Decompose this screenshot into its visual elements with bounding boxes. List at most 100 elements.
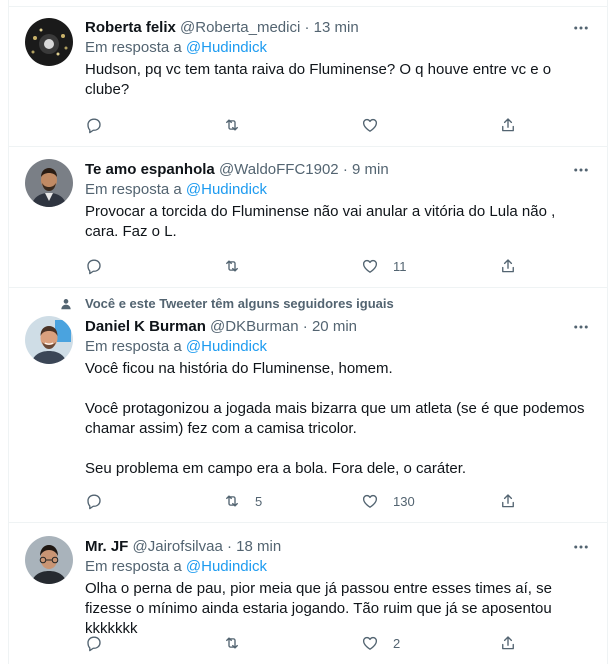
retweet-icon: [226, 119, 238, 131]
separator: ·: [226, 538, 232, 555]
reply-button[interactable]: [85, 256, 175, 276]
reply-label: Em resposta a: [85, 558, 182, 575]
tweet-header: Roberta felix @Roberta_medici · 13 min: [85, 18, 591, 38]
avatar[interactable]: [25, 18, 73, 66]
like-button[interactable]: [361, 115, 451, 135]
young-man-avatar: [25, 536, 73, 584]
timestamp[interactable]: 9 min: [352, 161, 389, 178]
reply-context: Em resposta a @Hudindick: [85, 180, 591, 200]
reply-context: Em resposta a @Hudindick: [85, 38, 591, 58]
reply-label: Em resposta a: [85, 338, 182, 355]
share-icon: [502, 494, 514, 508]
tweet-paragraph: [85, 379, 591, 399]
retweet-button[interactable]: 5: [223, 491, 313, 511]
social-context: Você e este Tweeter têm alguns seguidore…: [59, 296, 394, 311]
user-handle[interactable]: @Jairofsilvaa: [133, 538, 223, 555]
tweet-paragraph: [85, 439, 591, 459]
share-button[interactable]: [499, 256, 517, 276]
retweet-button[interactable]: [223, 633, 313, 653]
like-count: 2: [393, 635, 401, 651]
reply-button[interactable]: [85, 491, 175, 511]
reply-button[interactable]: [85, 633, 175, 653]
tweet-paragraph: Você protagonizou a jogada mais bizarra …: [85, 400, 585, 437]
man-in-suit-avatar: [25, 159, 73, 207]
tweet-actions: [85, 115, 517, 135]
timestamp[interactable]: 13 min: [314, 19, 359, 36]
tweet[interactable]: Roberta felix @Roberta_medici · 13 min E…: [9, 7, 607, 147]
more-icon: [574, 545, 588, 549]
retweet-icon: [226, 260, 238, 272]
reply-label: Em resposta a: [85, 181, 182, 198]
heart-icon: [362, 636, 378, 650]
reply-button[interactable]: [85, 115, 175, 135]
retweet-icon: [226, 495, 238, 507]
tweet-paragraph: Provocar a torcida do Fluminense não vai…: [85, 203, 556, 240]
tweet-actions: 11: [85, 256, 517, 276]
like-button[interactable]: 130: [361, 491, 451, 511]
mention-link[interactable]: @Hudindick: [186, 39, 267, 56]
reply-icon: [87, 118, 101, 134]
user-handle[interactable]: @Roberta_medici: [180, 19, 300, 36]
avatar[interactable]: [25, 536, 73, 584]
reply-icon: [87, 259, 101, 275]
like-count: 11: [393, 258, 407, 274]
more-options-button[interactable]: [571, 18, 591, 38]
share-button[interactable]: [499, 633, 517, 653]
reply-icon: [87, 494, 101, 510]
display-name[interactable]: Daniel K Burman: [85, 318, 206, 335]
user-handle[interactable]: @WaldoFFC1902: [219, 161, 339, 178]
tweet-actions: 5 130: [85, 491, 517, 511]
tweet-actions: 2: [85, 633, 517, 653]
separator: ·: [342, 161, 348, 178]
display-name[interactable]: Mr. JF: [85, 538, 128, 555]
display-name[interactable]: Roberta felix: [85, 19, 176, 36]
retweet-button[interactable]: [223, 115, 313, 135]
tweet-paragraph: Você ficou na história do Fluminense, ho…: [85, 360, 393, 377]
tweet[interactable]: Te amo espanhola @WaldoFFC1902 · 9 min E…: [9, 147, 607, 288]
tweet[interactable]: Mr. JF @Jairofsilvaa · 18 min Em respost…: [9, 523, 607, 664]
reply-context: Em resposta a @Hudindick: [85, 337, 591, 357]
person-icon: [61, 298, 71, 309]
tweet-header: Te amo espanhola @WaldoFFC1902 · 9 min: [85, 160, 591, 180]
avatar[interactable]: [25, 316, 73, 364]
more-options-button[interactable]: [571, 317, 591, 337]
mention-link[interactable]: @Hudindick: [186, 181, 267, 198]
mention-link[interactable]: @Hudindick: [186, 338, 267, 355]
dark-lights-avatar: [25, 18, 73, 66]
retweet-button[interactable]: [223, 256, 313, 276]
social-context-text: Você e este Tweeter têm alguns seguidore…: [85, 296, 394, 311]
tweet-text: Hudson, pq vc tem tanta raiva do Flumine…: [85, 60, 591, 100]
like-button[interactable]: 2: [361, 633, 451, 653]
like-button[interactable]: 11: [361, 256, 451, 276]
timeline: Roberta felix @Roberta_medici · 13 min E…: [8, 0, 608, 664]
tweet-header: Daniel K Burman @DKBurman · 20 min: [85, 317, 591, 337]
mention-link[interactable]: @Hudindick: [186, 558, 267, 575]
more-icon: [574, 325, 588, 329]
tweet[interactable]: Você e este Tweeter têm alguns seguidore…: [9, 288, 607, 523]
share-icon: [502, 636, 514, 650]
avatar[interactable]: [25, 159, 73, 207]
reply-icon: [87, 636, 101, 652]
share-button[interactable]: [499, 115, 517, 135]
tweet-text: Olha o perna de pau, pior meia que já pa…: [85, 579, 591, 639]
more-icon: [574, 168, 588, 172]
heart-icon: [362, 259, 378, 273]
more-options-button[interactable]: [571, 160, 591, 180]
timestamp[interactable]: 20 min: [312, 318, 357, 335]
heart-icon: [362, 494, 378, 508]
reply-label: Em resposta a: [85, 39, 182, 56]
share-button[interactable]: [499, 491, 517, 511]
timestamp[interactable]: 18 min: [236, 538, 281, 555]
separator: ·: [304, 19, 310, 36]
tweet-paragraph: Olha o perna de pau, pior meia que já pa…: [85, 580, 552, 637]
tweet-text: Você ficou na história do Fluminense, ho…: [85, 359, 591, 479]
more-options-button[interactable]: [571, 537, 591, 557]
tweet-paragraph: Seu problema em campo era a bola. Fora d…: [85, 460, 467, 477]
share-icon: [502, 259, 514, 273]
share-icon: [502, 118, 514, 132]
like-count: 130: [393, 493, 415, 509]
separator: ·: [302, 318, 308, 335]
tweet-header: Mr. JF @Jairofsilvaa · 18 min: [85, 537, 591, 557]
display-name[interactable]: Te amo espanhola: [85, 161, 215, 178]
user-handle[interactable]: @DKBurman: [210, 318, 299, 335]
